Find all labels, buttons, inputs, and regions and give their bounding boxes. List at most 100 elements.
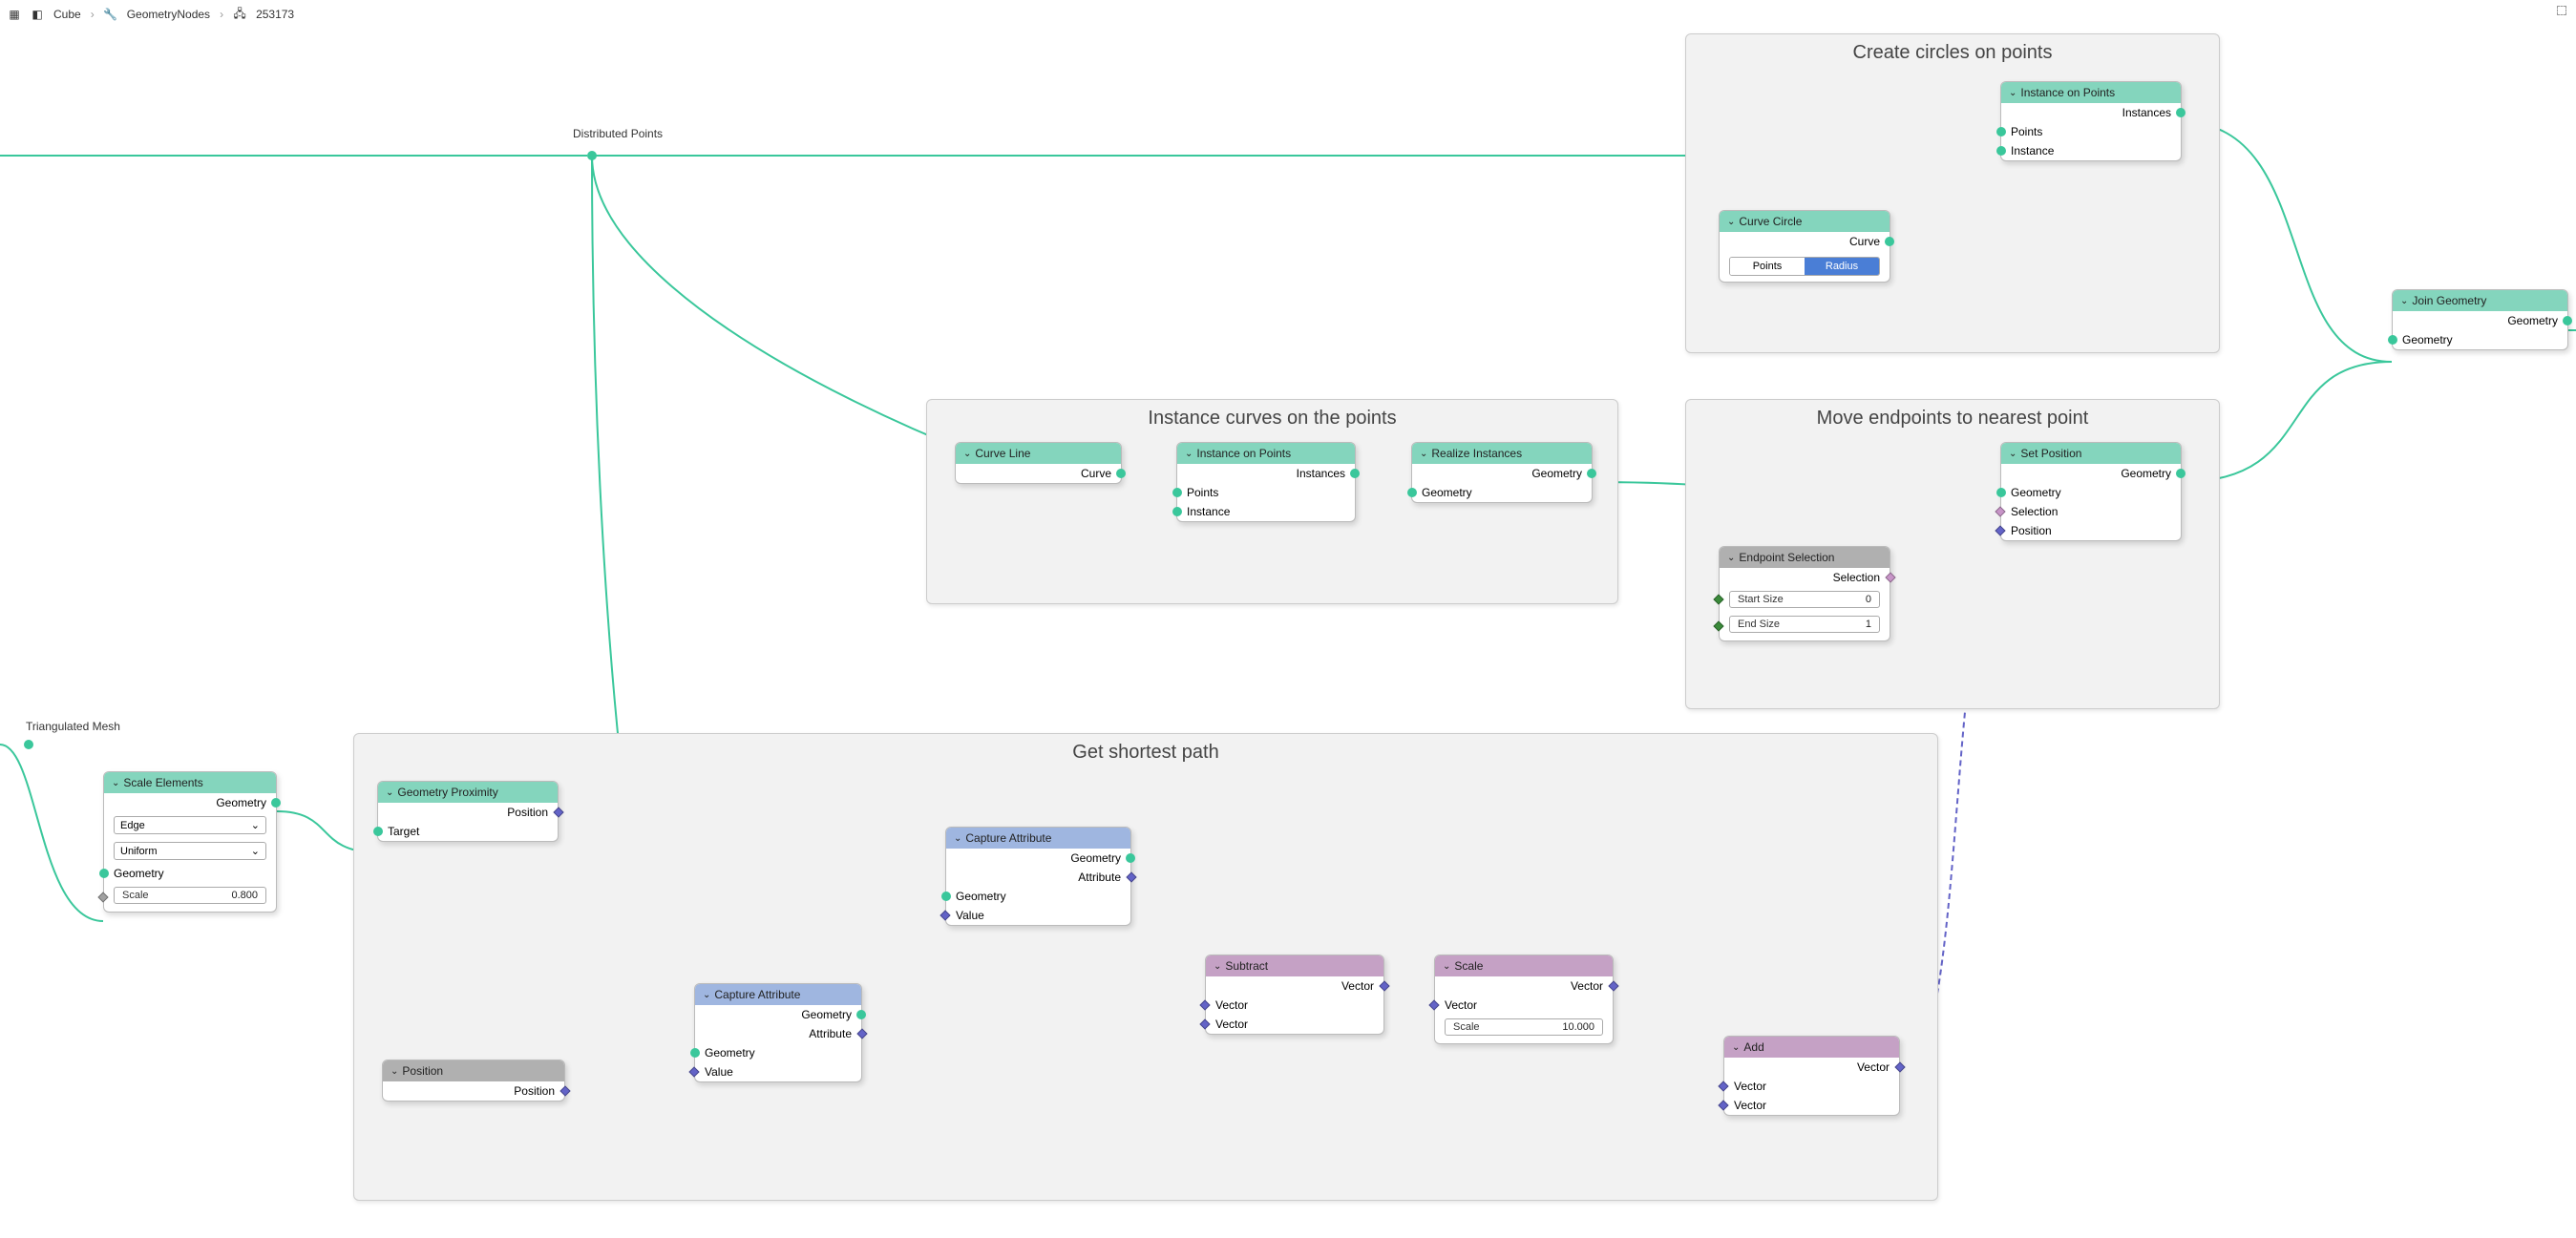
chevron-down-icon: ⌄ [1214, 961, 1221, 972]
socket-geometry-out[interactable] [856, 1010, 866, 1019]
socket-geometry-in[interactable] [941, 892, 951, 901]
node-header[interactable]: ⌄Set Position [2001, 443, 2181, 464]
socket-geometry-in[interactable] [2388, 335, 2397, 345]
node-position[interactable]: ⌄Position Position [382, 1060, 565, 1102]
node-header[interactable]: ⌄Add [1724, 1037, 1899, 1058]
field-start-size[interactable]: Start Size0 [1729, 591, 1880, 608]
node-title: Curve Line [975, 447, 1030, 460]
node-header[interactable]: ⌄ Curve Line [956, 443, 1121, 464]
node-endpoint-selection[interactable]: ⌄Endpoint Selection Selection Start Size… [1719, 546, 1890, 641]
socket-label: Curve [1081, 467, 1111, 480]
socket-instance-in[interactable] [1996, 146, 2006, 156]
socket-geometry-out[interactable] [271, 798, 281, 808]
tab-points[interactable]: Points [1730, 258, 1805, 275]
node-instance-on-points-1[interactable]: ⌄Instance on Points Instances Points Ins… [2000, 81, 2182, 161]
node-capture-attribute-2[interactable]: ⌄Capture Attribute Geometry Attribute Ge… [945, 827, 1131, 926]
socket-geometry-in[interactable] [99, 869, 109, 878]
node-instance-on-points-2[interactable]: ⌄Instance on Points Instances Points Ins… [1176, 442, 1356, 522]
socket-label: Selection [2011, 505, 2058, 518]
node-title: Instance on Points [2020, 86, 2115, 99]
socket-instances-out[interactable] [2176, 108, 2185, 117]
node-title: Add [1743, 1040, 1763, 1054]
node-title: Capture Attribute [965, 831, 1051, 845]
chevron-down-icon: ⌄ [2009, 449, 2016, 459]
chevron-down-icon: ⌄ [1732, 1042, 1740, 1053]
node-header[interactable]: ⌄Capture Attribute [946, 828, 1130, 849]
node-realize-instances[interactable]: ⌄Realize Instances Geometry Geometry [1411, 442, 1593, 503]
node-title: Curve Circle [1739, 215, 1802, 228]
node-curve-line[interactable]: ⌄ Curve Line Curve [955, 442, 1122, 484]
node-header[interactable]: ⌄Endpoint Selection [1720, 547, 1890, 568]
node-header[interactable]: ⌄Subtract [1206, 955, 1383, 976]
socket-label: Vector [1734, 1080, 1766, 1093]
node-header[interactable]: ⌄Capture Attribute [695, 984, 861, 1005]
tab-radius[interactable]: Radius [1805, 258, 1879, 275]
node-set-position[interactable]: ⌄Set Position Geometry Geometry Selectio… [2000, 442, 2182, 541]
node-vector-subtract[interactable]: ⌄Subtract Vector Vector Vector [1205, 955, 1384, 1035]
socket-curve-out[interactable] [1885, 237, 1894, 246]
socket-geometry-out[interactable] [1126, 853, 1135, 863]
node-vector-scale[interactable]: ⌄Scale Vector Vector Scale10.000 [1434, 955, 1614, 1044]
dropdown-domain[interactable]: Edge⌄ [114, 816, 266, 834]
reroute-label-triangulated-mesh: Triangulated Mesh [26, 720, 120, 733]
node-header[interactable]: ⌄Realize Instances [1412, 443, 1592, 464]
node-header[interactable]: ⌄Position [383, 1060, 564, 1081]
socket-geometry-in[interactable] [1407, 488, 1417, 497]
node-vector-add[interactable]: ⌄Add Vector Vector Vector [1723, 1036, 1900, 1116]
socket-label: Instances [2122, 106, 2171, 119]
socket-label: Geometry [114, 867, 164, 880]
chevron-down-icon: ⌄ [703, 990, 710, 1000]
node-header[interactable]: ⌄Curve Circle [1720, 211, 1890, 232]
dropdown-mode[interactable]: Uniform⌄ [114, 842, 266, 860]
node-header[interactable]: ⌄Join Geometry [2393, 290, 2567, 311]
chevron-down-icon: ⌄ [391, 1066, 398, 1077]
field-end-size[interactable]: End Size1 [1729, 616, 1880, 633]
node-title: Scale Elements [123, 776, 202, 789]
socket-label: Geometry [1531, 467, 1582, 480]
field-scale[interactable]: Scale0.800 [114, 887, 266, 904]
socket-instance-in[interactable] [1172, 507, 1182, 516]
socket-geometry-in[interactable] [690, 1048, 700, 1058]
curve-circle-mode-tabs[interactable]: Points Radius [1729, 257, 1880, 276]
socket-geometry-out[interactable] [2563, 316, 2572, 325]
socket-geometry-out[interactable] [2176, 469, 2185, 478]
socket-label: Vector [1734, 1099, 1766, 1112]
node-header[interactable]: ⌄Geometry Proximity [378, 782, 558, 803]
socket-label: Curve [1849, 235, 1880, 248]
socket-label: Geometry [2011, 486, 2061, 499]
socket-points-in[interactable] [1172, 488, 1182, 497]
node-header[interactable]: ⌄ Scale Elements [104, 772, 276, 793]
socket-label: Instance [2011, 144, 2054, 157]
socket-label: Attribute [1078, 871, 1121, 884]
frame-shortest-path[interactable]: Get shortest path [353, 733, 1938, 1201]
node-editor-canvas[interactable]: Distributed Points Triangulated Mesh Cre… [0, 0, 2576, 1238]
reroute-distributed-points[interactable] [587, 151, 597, 160]
node-capture-attribute-1[interactable]: ⌄Capture Attribute Geometry Attribute Ge… [694, 983, 862, 1082]
node-header[interactable]: ⌄Instance on Points [1177, 443, 1355, 464]
socket-label: Points [1187, 486, 1218, 499]
chevron-down-icon: ⌄ [251, 845, 260, 857]
node-curve-circle[interactable]: ⌄Curve Circle Curve Points Radius [1719, 210, 1890, 283]
node-join-geometry[interactable]: ⌄Join Geometry Geometry Geometry [2392, 289, 2568, 350]
chevron-down-icon: ⌄ [963, 449, 971, 459]
socket-instances-out[interactable] [1350, 469, 1360, 478]
field-scale[interactable]: Scale10.000 [1445, 1018, 1603, 1036]
socket-geometry-in[interactable] [1996, 488, 2006, 497]
node-scale-elements[interactable]: ⌄Scale Elements Geometry Edge⌄ Uniform⌄ … [103, 771, 277, 913]
chevron-down-icon: ⌄ [112, 778, 119, 788]
socket-label: Attribute [809, 1027, 852, 1040]
socket-target-in[interactable] [373, 827, 383, 836]
socket-label: Instances [1297, 467, 1345, 480]
reroute-triangulated-mesh[interactable] [24, 740, 33, 749]
socket-label: Vector [1857, 1060, 1890, 1074]
node-header[interactable]: ⌄Instance on Points [2001, 82, 2181, 103]
node-geometry-proximity[interactable]: ⌄Geometry Proximity Position Target [377, 781, 559, 842]
reroute-label-distributed-points: Distributed Points [573, 127, 663, 140]
socket-label: Geometry [705, 1046, 755, 1060]
socket-geometry-out[interactable] [1587, 469, 1596, 478]
socket-curve-out[interactable] [1116, 469, 1126, 478]
node-header[interactable]: ⌄Scale [1435, 955, 1613, 976]
socket-points-in[interactable] [1996, 127, 2006, 136]
socket-scale-in[interactable] [97, 892, 108, 902]
socket-label: Geometry [1422, 486, 1472, 499]
